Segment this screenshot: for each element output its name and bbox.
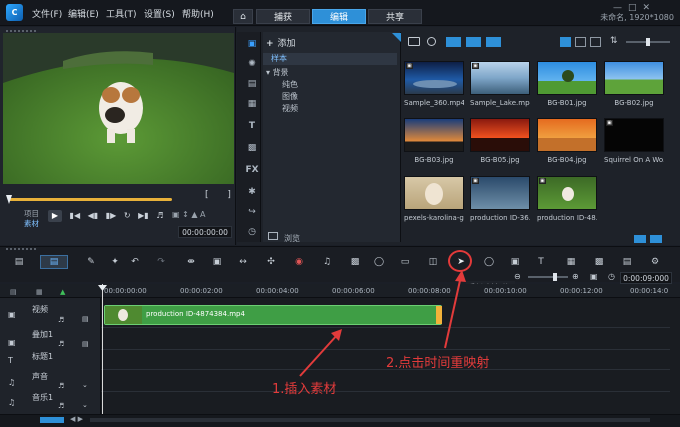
scroll-arrows[interactable]: ◀ ▶ <box>70 415 83 423</box>
annotation-arrows <box>299 270 466 377</box>
annotation-step2: 2.点击时间重映射 <box>386 356 490 371</box>
annotation-step1: 1.插入素材 <box>272 382 337 397</box>
scroll-indicator[interactable] <box>40 417 64 423</box>
horizontal-scrollbar[interactable] <box>90 418 650 422</box>
